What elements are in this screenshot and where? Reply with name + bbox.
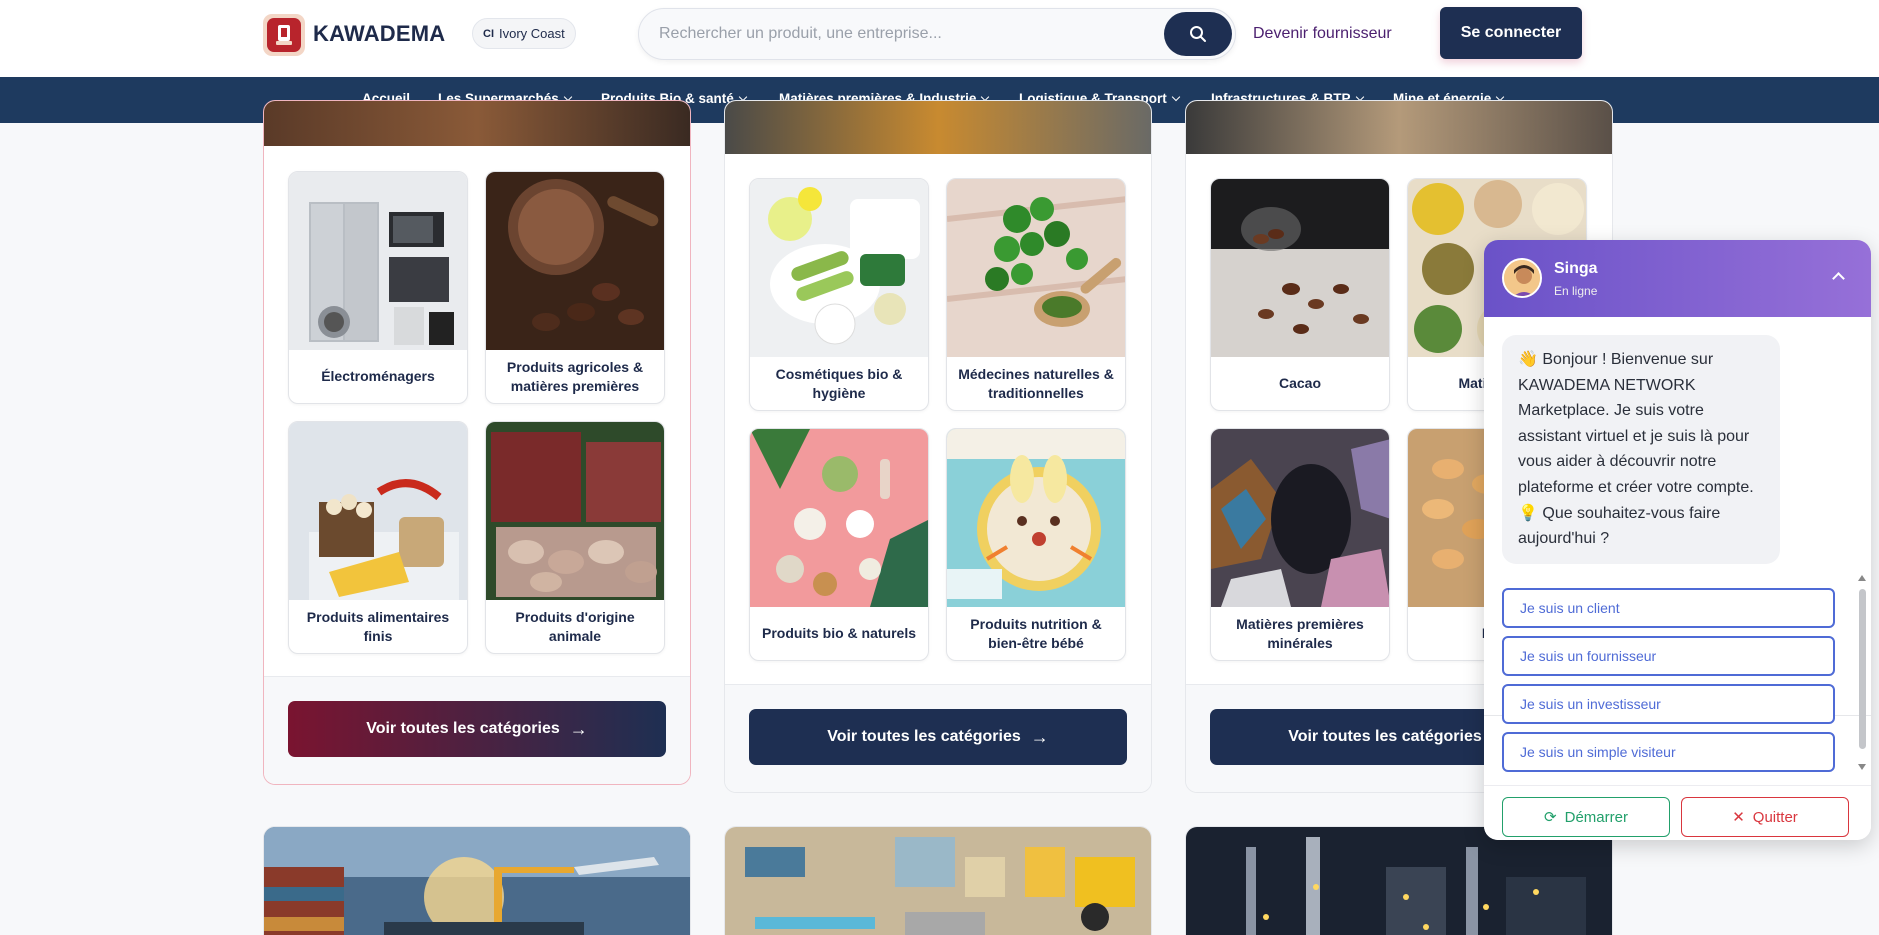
start-button[interactable]: ⟳ Démarrer xyxy=(1502,797,1670,837)
option-fournisseur[interactable]: Je suis un fournisseur xyxy=(1502,636,1835,676)
category-tile[interactable]: Produits alimentaires finis xyxy=(288,421,468,654)
chat-scrollbar[interactable] xyxy=(1857,575,1867,770)
card-footer: Voir toutes les catégories → xyxy=(725,684,1151,792)
matieres-minerales-image xyxy=(1211,429,1389,607)
search-button[interactable] xyxy=(1164,12,1232,56)
search-bar xyxy=(638,8,1236,60)
top-header: KAWADEMA CI Ivory Coast Devenir fourniss… xyxy=(0,0,1879,77)
cosmetiques-image xyxy=(750,179,928,357)
card-hero-image xyxy=(1186,101,1612,154)
tile-label: Électroménagers xyxy=(321,368,435,385)
category-card-supermarches: Électroménagers Produits agricoles & mat… xyxy=(263,100,691,785)
logo-text[interactable]: KAWADEMA xyxy=(313,21,445,47)
tile-label: Produits bio & naturels xyxy=(761,625,916,642)
chat-header[interactable]: Singa En ligne xyxy=(1484,240,1871,317)
produits-bio-image xyxy=(750,429,928,607)
chevron-up-icon[interactable] xyxy=(1832,272,1845,285)
cacao-image xyxy=(1211,179,1389,357)
nutrition-bebe-image xyxy=(947,429,1125,607)
tile-label: Produits d'origine animale xyxy=(515,609,635,644)
tile-label: Produits alimentaires finis xyxy=(306,609,450,644)
category-tile[interactable]: Produits nutrition & bien-être bébé xyxy=(946,428,1126,661)
category-card-logistique[interactable] xyxy=(263,826,691,935)
see-all-categories-button[interactable]: Voir toutes les catégories → xyxy=(288,701,666,757)
chat-widget: Singa En ligne 👋 Bonjour ! Bienvenue sur… xyxy=(1484,240,1871,840)
option-client[interactable]: Je suis un client xyxy=(1502,588,1835,628)
chevron-down-icon xyxy=(1171,92,1181,101)
scroll-down-icon[interactable] xyxy=(1858,764,1866,770)
category-tile[interactable]: Produits d'origine animale xyxy=(485,421,665,654)
tile-label: Médecines naturelles & traditionnelles xyxy=(958,366,1114,401)
category-tile[interactable]: Médecines naturelles & traditionnelles xyxy=(946,178,1126,411)
category-tile[interactable]: Matières premières minérales xyxy=(1210,428,1390,661)
country-selector[interactable]: CI Ivory Coast xyxy=(472,18,576,49)
agent-status: En ligne xyxy=(1554,284,1598,298)
become-supplier-link[interactable]: Devenir fournisseur xyxy=(1253,25,1392,43)
agent-avatar xyxy=(1502,258,1542,298)
logistique-hero-image xyxy=(264,827,690,935)
scroll-up-icon[interactable] xyxy=(1858,575,1866,581)
option-investisseur[interactable]: Je suis un investisseur xyxy=(1502,684,1835,724)
tile-label: Cacao xyxy=(1278,375,1322,392)
cacao-powder-image xyxy=(486,172,664,350)
category-tile[interactable]: Cosmétiques bio & hygiène xyxy=(749,178,929,411)
logo-icon[interactable] xyxy=(263,14,305,56)
quit-button[interactable]: ✕ Quitter xyxy=(1681,797,1849,837)
tile-label: Produits agricoles & matières premières xyxy=(506,359,644,394)
category-tile[interactable]: Produits bio & naturels xyxy=(749,428,929,661)
see-all-label: Voir toutes les catégories xyxy=(827,728,1021,745)
agent-name: Singa xyxy=(1554,260,1598,277)
refresh-icon: ⟳ xyxy=(1544,809,1557,826)
arrow-right-icon: → xyxy=(1030,726,1049,747)
country-code: CI xyxy=(483,27,494,40)
tile-label: Matières premières minérales xyxy=(1236,616,1364,651)
card-hero-image xyxy=(264,101,690,146)
bot-message: 👋 Bonjour ! Bienvenue sur KAWADEMA NETWO… xyxy=(1502,335,1780,564)
electromenagers-image xyxy=(289,172,467,350)
login-button[interactable]: Se connecter xyxy=(1440,7,1582,59)
medecines-naturelles-image xyxy=(947,179,1125,357)
scroll-thumb[interactable] xyxy=(1859,589,1866,749)
country-name: Ivory Coast xyxy=(499,26,565,41)
card-hero-image xyxy=(725,101,1151,154)
start-label: Démarrer xyxy=(1564,808,1628,826)
option-visiteur[interactable]: Je suis un simple visiteur xyxy=(1502,732,1835,772)
tile-label: Cosmétiques bio & hygiène xyxy=(775,366,903,401)
category-card-mine-energie[interactable] xyxy=(1185,826,1613,935)
card-footer: Voir toutes les catégories → xyxy=(264,676,690,784)
arrow-right-icon: → xyxy=(569,718,588,739)
category-tile[interactable]: Cacao xyxy=(1210,178,1390,411)
tile-label: Produits nutrition & bien-être bébé xyxy=(970,616,1102,651)
category-tile[interactable]: Produits agricoles & matières premières xyxy=(485,171,665,404)
produits-alimentaires-image xyxy=(289,422,467,600)
category-tile[interactable]: Électroménagers xyxy=(288,171,468,404)
chat-actions: ⟳ Démarrer ✕ Quitter xyxy=(1484,785,1871,840)
category-card-bio-sante: Cosmétiques bio & hygiène Médecines natu… xyxy=(724,100,1152,793)
see-all-label: Voir toutes les catégories xyxy=(1288,728,1482,745)
search-icon xyxy=(1190,26,1206,42)
mine-energie-hero-image xyxy=(1186,827,1612,935)
see-all-categories-button[interactable]: Voir toutes les catégories → xyxy=(749,709,1127,765)
produits-animale-image xyxy=(486,422,664,600)
see-all-label: Voir toutes les catégories xyxy=(366,720,560,737)
quit-label: Quitter xyxy=(1752,808,1798,826)
close-icon: ✕ xyxy=(1732,809,1745,826)
infrastructures-hero-image xyxy=(725,827,1151,935)
search-input[interactable] xyxy=(659,9,1159,59)
category-card-infrastructures[interactable] xyxy=(724,826,1152,935)
